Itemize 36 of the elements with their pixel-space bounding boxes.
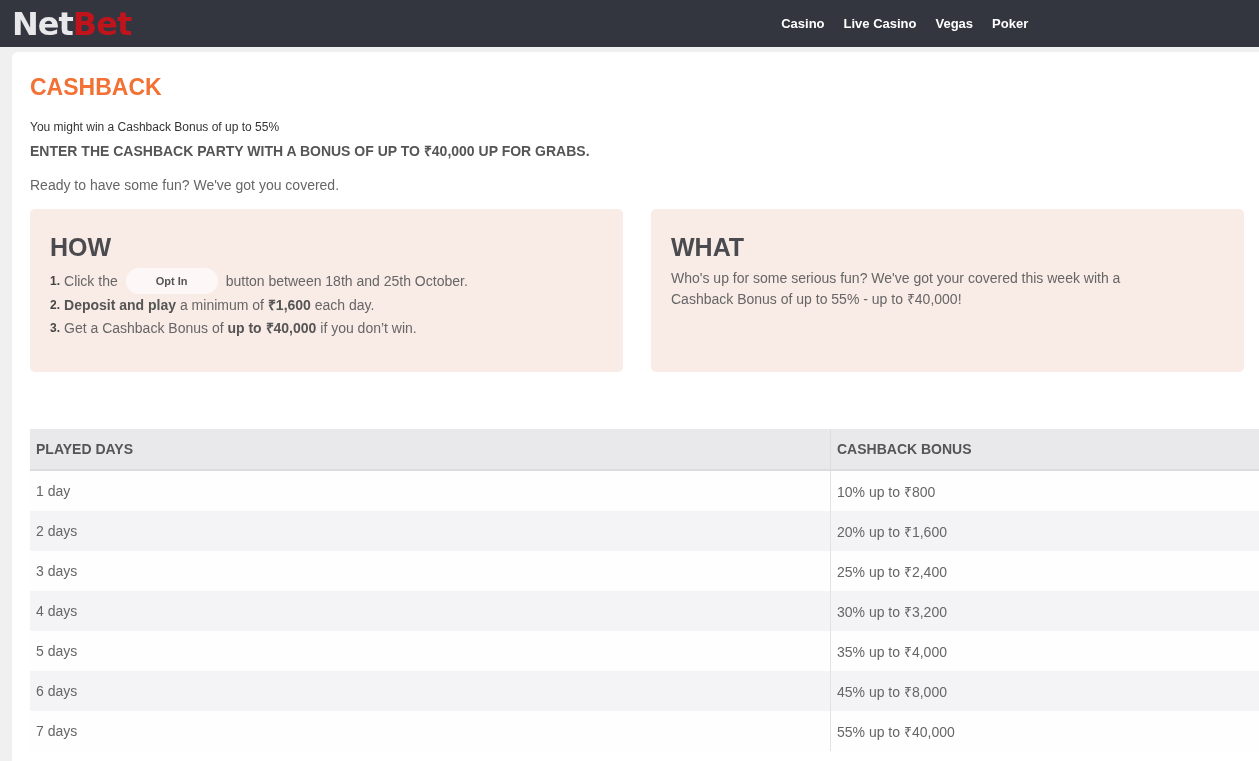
nav-link[interactable]: Casino — [781, 16, 825, 31]
nav-link[interactable]: Poker — [992, 16, 1029, 31]
subtitle: You might win a Cashback Bonus of up to 55% — [30, 120, 281, 134]
table-cell: 5 days — [30, 631, 831, 671]
nav-link[interactable]: Vegas — [935, 16, 974, 31]
nav-link[interactable]: Live Casino — [843, 16, 917, 31]
column-header: PLAYED DAYS — [30, 429, 831, 470]
intro-text: Ready to have some fun? We've got you covered. — [30, 177, 341, 193]
table-cell: 2 days — [30, 511, 831, 551]
table-cell: 55% up to ₹40,000 — [830, 711, 1259, 751]
column-header: CASHBACK BONUS — [830, 429, 1259, 470]
page-title: CASHBACK — [30, 74, 163, 101]
step-text: Deposit and play a minimum of ₹1,600 each day. — [64, 296, 375, 315]
panel-title: WHAT — [671, 233, 746, 262]
table-cell: 20% up to ₹1,600 — [830, 511, 1259, 551]
step-text: Get a Cashback Bonus of up to ₹40,000 if you don’t win. — [64, 319, 417, 338]
table-cell: 35% up to ₹4,000 — [830, 631, 1259, 671]
step-number: 2. — [50, 297, 60, 314]
step-number: 1. — [50, 272, 60, 290]
table-cell: 4 days — [30, 591, 831, 631]
panel-title: HOW — [50, 233, 113, 262]
table-cell: 25% up to ₹2,400 — [830, 551, 1259, 591]
netbet-logo[interactable]: NetBet — [12, 4, 132, 43]
table-cell: 6 days — [30, 671, 831, 711]
step-number: 3. — [50, 320, 60, 337]
panel-text: Who's up for some serious fun? We've got your covered this week with a Cashback Bonus of up to 55% - up to ₹40,000! — [671, 269, 1122, 309]
table-cell: 45% up to ₹8,000 — [830, 671, 1259, 711]
step-text: Click the — [64, 271, 118, 291]
table-cell: 10% up to ₹800 — [830, 470, 1259, 511]
table-cell: 7 days — [30, 711, 831, 751]
table-cell: 30% up to ₹3,200 — [830, 591, 1259, 631]
step-text: button between 18th and 25th October. — [225, 271, 468, 291]
headline: ENTER THE CASHBACK PARTY WITH A BONUS OF UP TO ₹40,000 UP FOR GRABS. — [30, 142, 591, 160]
table-cell: 1 day — [30, 470, 831, 511]
table-cell: 3 days — [30, 551, 831, 591]
opt-in-button[interactable]: Opt In — [125, 268, 218, 294]
